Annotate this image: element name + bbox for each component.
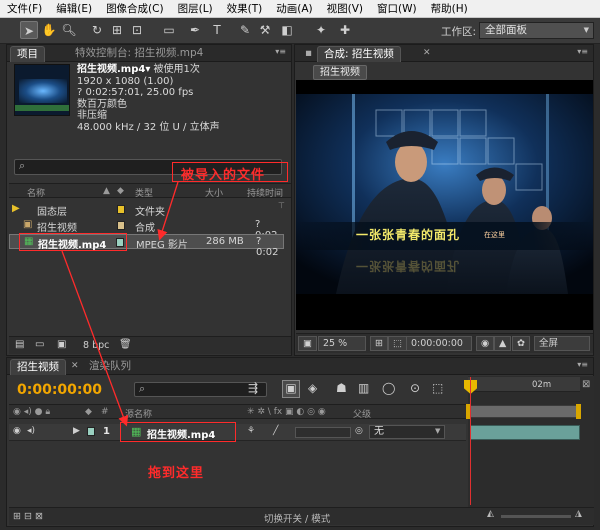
arrow-to-timeline <box>61 250 129 427</box>
arrow-to-imported-file <box>157 181 179 241</box>
annotation-arrows <box>61 181 179 427</box>
